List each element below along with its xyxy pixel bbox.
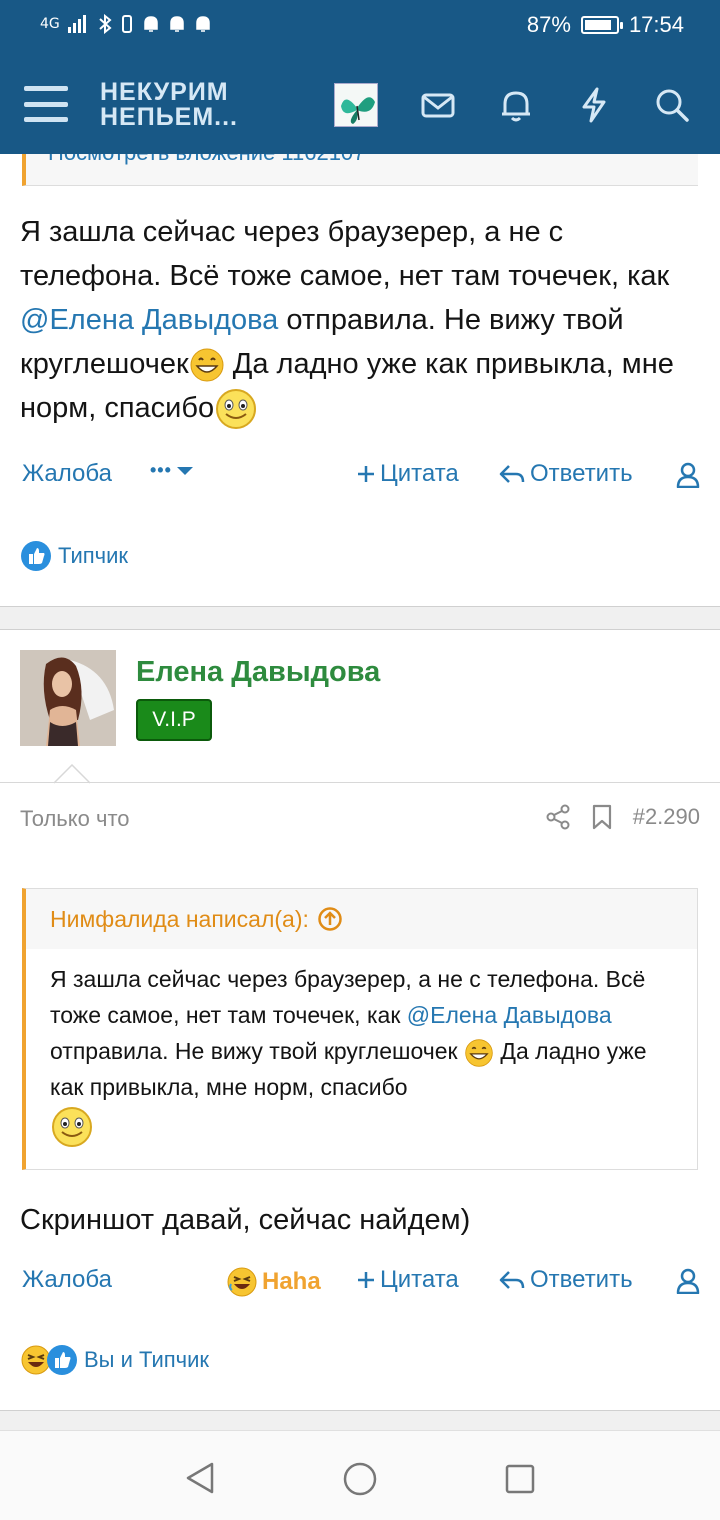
post-meta-actions: #2.290	[545, 804, 700, 830]
back-icon[interactable]	[184, 1461, 216, 1495]
battery-fill	[584, 20, 611, 30]
lightning-icon[interactable]	[575, 86, 613, 124]
plus-icon	[358, 466, 374, 482]
bell-icon[interactable]	[497, 86, 535, 124]
quote-header[interactable]: Нимфалида написал(а):	[26, 889, 697, 949]
more-label: •••	[150, 460, 172, 480]
post-message: Скриншот давай, сейчас найдем)	[20, 1204, 471, 1236]
grin-emoji-icon	[465, 1039, 493, 1067]
post-number[interactable]: #2.290	[633, 804, 700, 830]
mention-link[interactable]: @Елена Давыдова	[20, 304, 278, 336]
post-message: Я зашла сейчас через браузерер, а не с т…	[20, 210, 700, 431]
report-label: Жалоба	[22, 460, 112, 487]
quote-button[interactable]: Цитата	[356, 1266, 459, 1294]
search-icon[interactable]	[653, 86, 691, 124]
menu-icon[interactable]	[24, 86, 68, 122]
author-name[interactable]: Елена Давыдова	[136, 656, 380, 689]
reaction-users: Вы и Типчик	[84, 1347, 210, 1372]
status-right: 87% 17:54	[527, 12, 684, 38]
attachment-link[interactable]: Посмотреть вложение 1162107	[48, 154, 365, 166]
more-menu-button[interactable]: •••	[150, 460, 194, 481]
notification-bell-icon	[144, 16, 158, 32]
report-label: Жалоба	[22, 1266, 112, 1293]
like-reaction-icon	[47, 1345, 77, 1375]
quote-label: Цитата	[380, 460, 459, 487]
clock: 17:54	[628, 12, 684, 37]
battery-icon	[580, 16, 623, 34]
post-separator	[0, 606, 720, 630]
attachment-quote: Посмотреть вложение 1162107	[22, 154, 698, 186]
quote-block: Нимфалида написал(а): Я зашла сейчас чер…	[22, 888, 698, 1170]
user-avatar[interactable]	[334, 83, 378, 127]
battery-percent: 87%	[526, 12, 571, 37]
recents-icon[interactable]	[504, 1463, 536, 1495]
quote-mention-link[interactable]: @Елена Давыдова	[407, 1002, 612, 1028]
post-actions: Жалоба ••• Цитата Ответить	[0, 460, 720, 500]
laugh-emoji-icon	[227, 1267, 257, 1297]
mail-icon[interactable]	[419, 86, 457, 124]
status-icons: 4G	[40, 14, 212, 34]
status-bar: 4G 87% 17:54	[0, 0, 720, 56]
notification-bell-icon	[170, 16, 184, 32]
author-divider	[0, 782, 720, 783]
vibrate-icon	[121, 15, 132, 33]
plus-icon	[358, 1272, 374, 1288]
reply-arrow-icon	[499, 1271, 525, 1289]
reply-arrow-icon	[499, 465, 525, 483]
haha-reaction-button[interactable]: Haha	[226, 1266, 321, 1298]
notification-bell-icon	[196, 16, 210, 32]
reply-label: Ответить	[530, 1266, 633, 1293]
post-actions: Жалоба Haha Цитата Ответить	[0, 1266, 720, 1306]
haha-label: Haha	[262, 1268, 321, 1295]
bluetooth-icon	[99, 14, 112, 34]
post-time[interactable]: Только что	[20, 806, 130, 832]
user-icon[interactable]	[676, 462, 700, 488]
message-text: Я зашла сейчас через браузерер, а не с т…	[20, 216, 670, 292]
like-reaction-icon	[21, 541, 51, 571]
quote-label: Цитата	[380, 1266, 459, 1293]
reaction-users: Типчик	[58, 543, 129, 568]
app-header: НЕКУРИМ НЕПЬЕМ...	[0, 56, 720, 154]
reaction-icons	[20, 1344, 78, 1376]
share-icon[interactable]	[545, 804, 571, 830]
chevron-down-icon	[176, 466, 193, 475]
logo-line2: НЕПЬЕМ...	[100, 103, 239, 131]
grin-emoji-icon	[190, 348, 224, 382]
reactions-summary[interactable]: Типчик	[20, 540, 128, 572]
quote-text: отправила. Не вижу твой круглешочек	[50, 1038, 464, 1064]
reply-button[interactable]: Ответить	[498, 460, 633, 488]
smile-emoji-icon	[52, 1107, 92, 1147]
quote-body: Я зашла сейчас через браузерер, а не с т…	[50, 961, 680, 1149]
quote-button[interactable]: Цитата	[356, 460, 459, 488]
home-icon[interactable]	[342, 1461, 378, 1497]
network-label: 4G	[40, 16, 60, 32]
butterfly-icon	[335, 84, 377, 126]
bookmark-icon[interactable]	[591, 804, 613, 830]
vip-badge: V.I.P	[136, 699, 212, 741]
author-avatar[interactable]	[20, 650, 116, 746]
logo-line1: НЕКУРИМ	[100, 78, 229, 106]
avatar-image	[20, 650, 116, 746]
reply-label: Ответить	[530, 460, 633, 487]
report-button[interactable]: Жалоба	[22, 1266, 112, 1294]
site-logo[interactable]: НЕКУРИМ НЕПЬЕМ...	[100, 80, 238, 130]
report-button[interactable]: Жалоба	[22, 460, 112, 488]
author-caret	[54, 764, 90, 784]
system-nav-bar	[0, 1430, 720, 1520]
signal-icon	[67, 15, 86, 33]
reactions-summary[interactable]: Вы и Типчик	[20, 1344, 209, 1376]
quote-author: Нимфалида написал(а):	[50, 905, 309, 932]
arrow-up-circle-icon	[318, 907, 342, 931]
user-icon[interactable]	[676, 1268, 700, 1294]
reply-button[interactable]: Ответить	[498, 1266, 633, 1294]
smile-emoji-icon	[216, 389, 257, 430]
